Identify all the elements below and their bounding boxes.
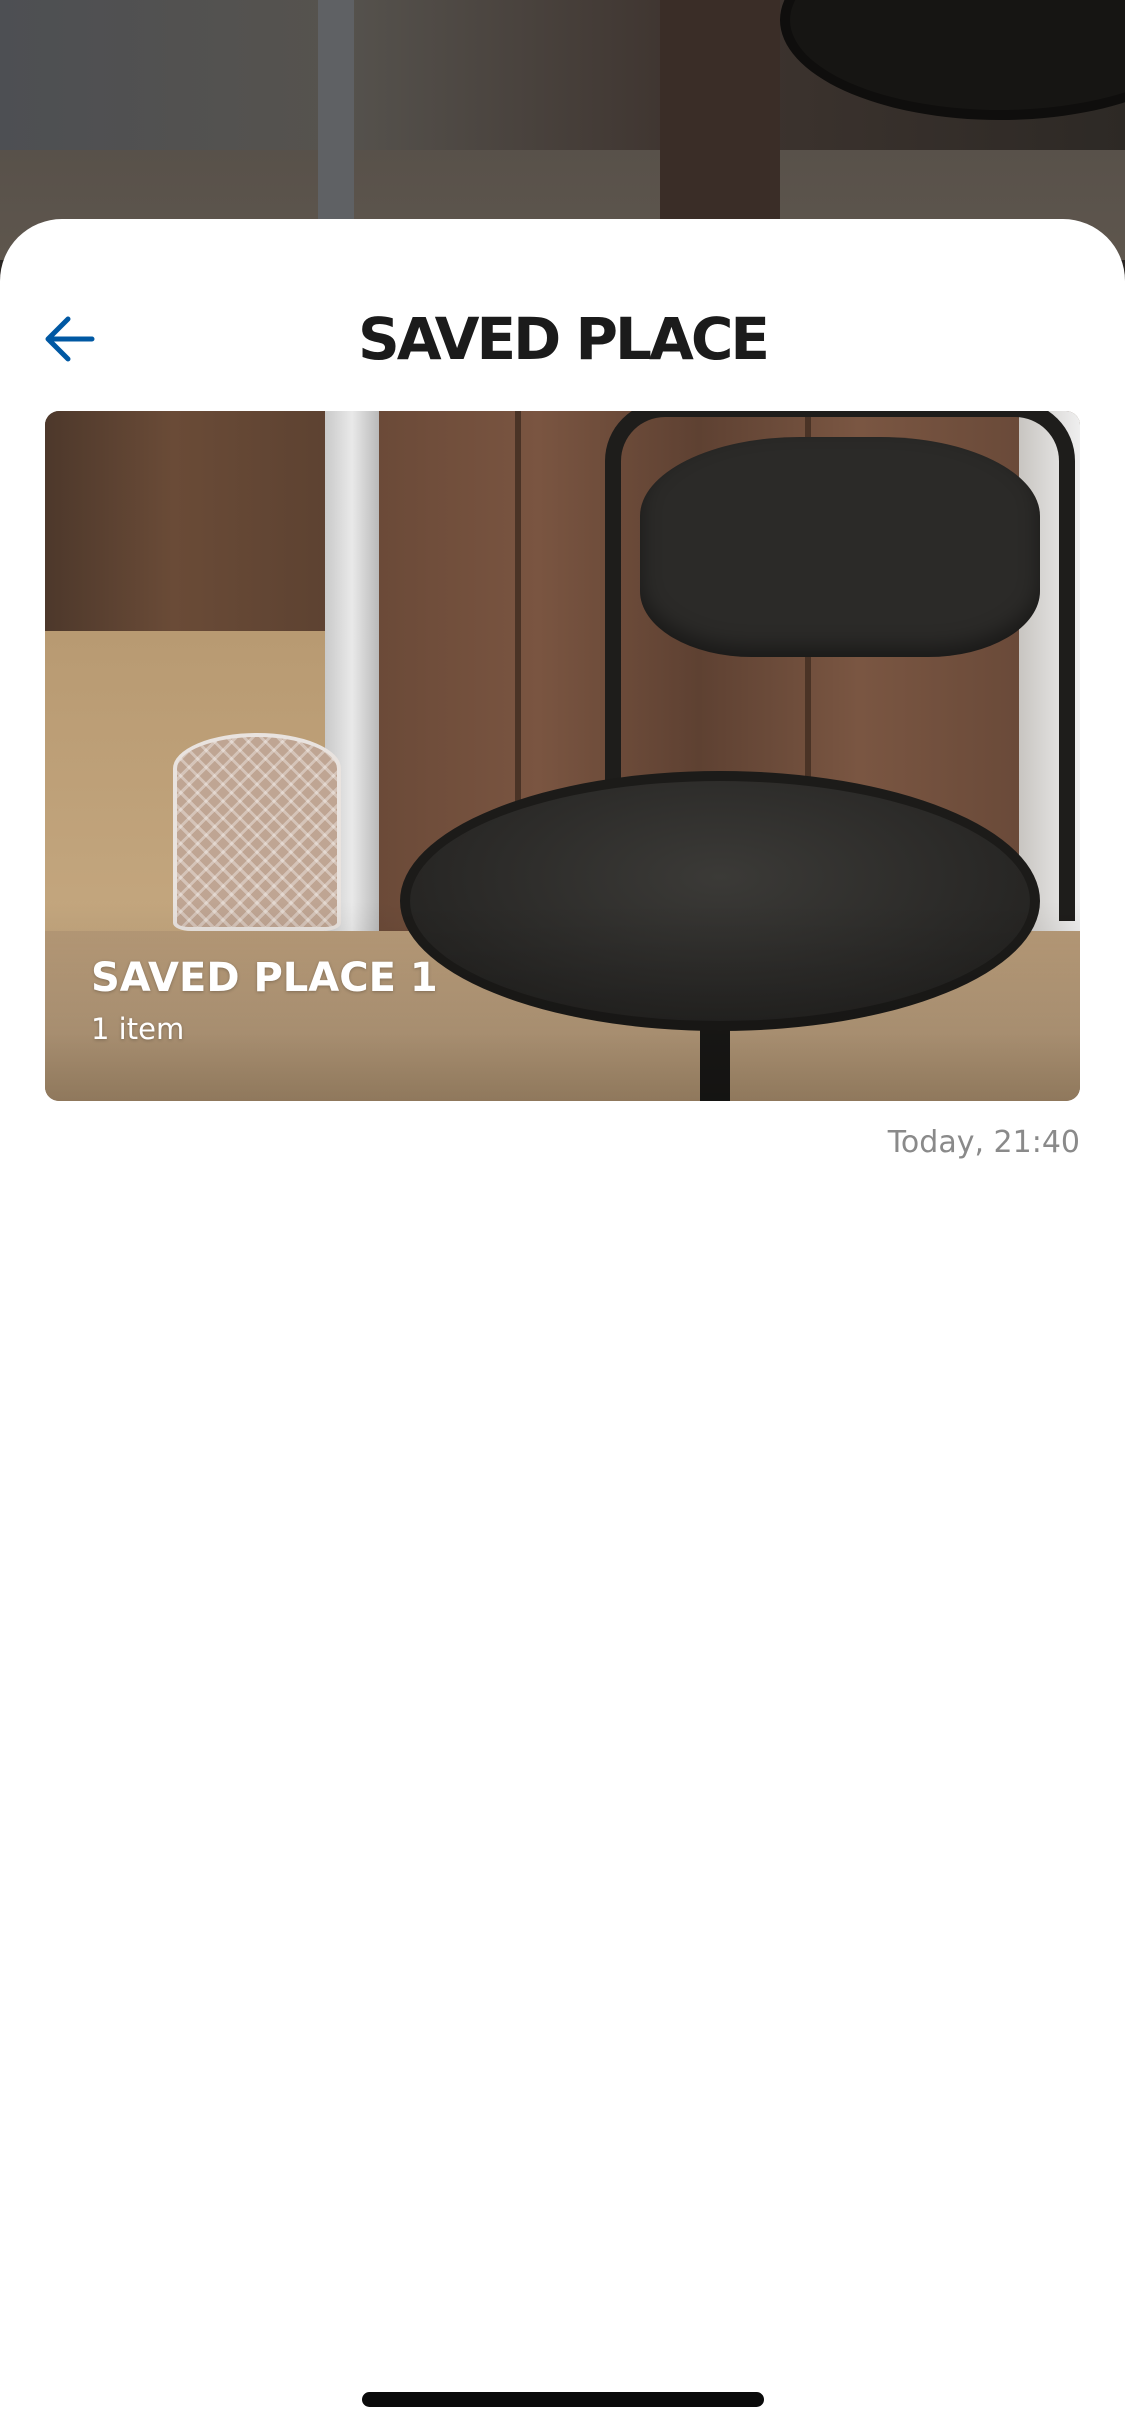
saved-place-card[interactable]: SAVED PLACE 1 1 item (45, 411, 1080, 1101)
sheet-header: SAVED PLACE (0, 219, 1125, 409)
saved-place-timestamp: Today, 21:40 (887, 1125, 1080, 1160)
page-title: SAVED PLACE (357, 305, 770, 373)
app-screen: SAVED PLACE SAVED PLACE 1 1 item Today, … (0, 0, 1125, 2436)
backdrop-chair (780, 0, 1125, 120)
saved-place-name: SAVED PLACE 1 (91, 955, 438, 1001)
photo-chair-back (640, 437, 1040, 657)
saved-place-item-count: 1 item (91, 1012, 185, 1046)
saved-place-sheet: SAVED PLACE SAVED PLACE 1 1 item Today, … (0, 219, 1125, 2436)
home-indicator[interactable] (362, 2392, 764, 2407)
